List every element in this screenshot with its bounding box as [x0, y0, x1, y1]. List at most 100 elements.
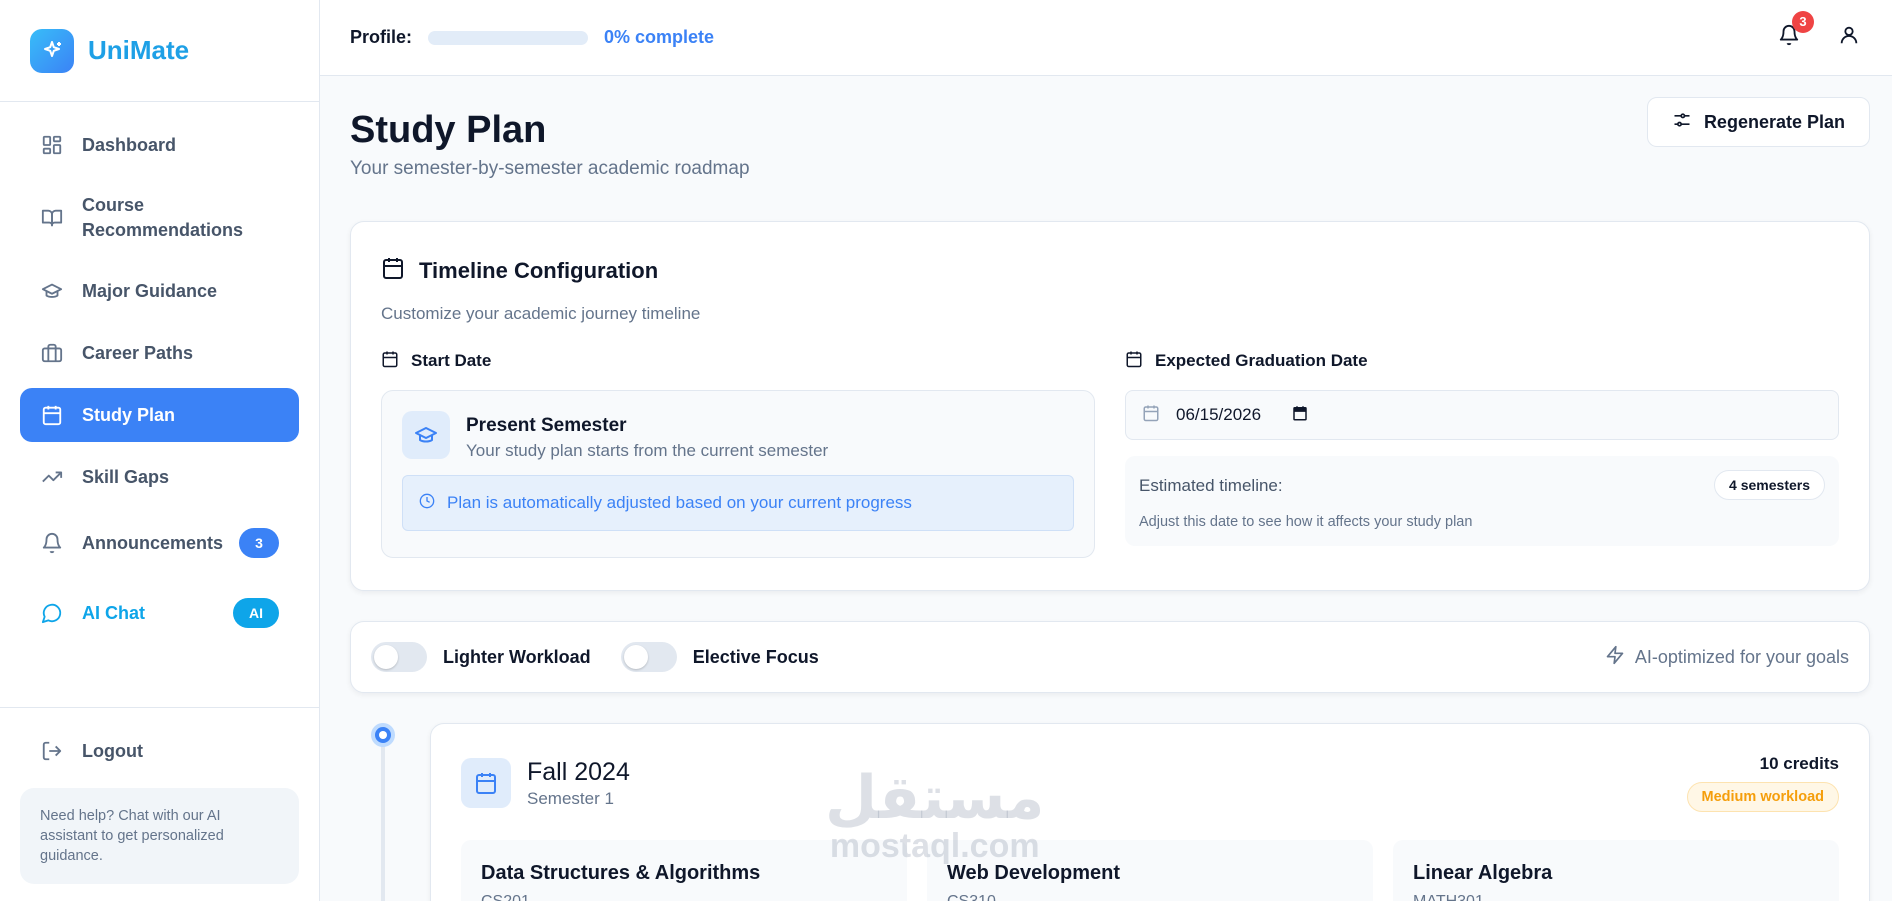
toggle-knob [623, 645, 648, 669]
auto-adjust-note: Plan is automatically adjusted based on … [402, 475, 1074, 531]
page-subtitle: Your semester-by-semester academic roadm… [350, 158, 750, 179]
sidebar-item-label: AI Chat [82, 602, 145, 623]
timeline-title-text: Timeline Configuration [419, 258, 659, 283]
course-name: Web Development [947, 862, 1120, 884]
graduation-cap-icon [40, 279, 64, 303]
profile-progress-text[interactable]: 0% complete [604, 27, 714, 48]
sidebar-item-label: Course Recommendations [82, 195, 244, 240]
sidebar-item-study-plan[interactable]: Study Plan [20, 388, 299, 442]
course-code: MATH301 [1413, 893, 1819, 901]
start-date-label-text: Start Date [411, 351, 492, 370]
topbar-actions: 3 [1776, 10, 1862, 51]
brand[interactable]: UniMate [0, 0, 319, 102]
plan-options-bar: Lighter Workload Elective Focus AI-optim… [350, 621, 1870, 693]
regenerate-plan-button[interactable]: Regenerate Plan [1646, 97, 1870, 147]
elective-focus-toggle[interactable] [620, 642, 677, 672]
sidebar-item-label: Announcements [82, 532, 224, 553]
profile-label: Profile: [350, 27, 413, 47]
dashboard-icon [40, 133, 64, 157]
timeline-configuration-card: Timeline Configuration Customize your ac… [350, 221, 1870, 591]
graduation-date-label-text: Expected Graduation Date [1155, 351, 1368, 370]
logout-label: Logout [82, 740, 143, 761]
start-date-column: Start Date Present Semester Your study p… [381, 348, 1095, 558]
ai-badge: AI [233, 598, 279, 628]
semester-card[interactable]: Fall 2024 Semester 1 10 credits Medium w… [430, 723, 1870, 901]
ai-optimized-note: AI-optimized for your goals [1605, 645, 1849, 670]
sidebar-item-skill-gaps[interactable]: Skill Gaps [20, 450, 299, 504]
trending-up-icon [40, 465, 64, 489]
user-profile-button[interactable] [1836, 25, 1862, 51]
page-content: Study Plan Your semester-by-semester aca… [320, 76, 1892, 901]
sidebar-item-label: Major Guidance [82, 280, 218, 301]
course-list: Data Structures & Algorithms CS201 Web D… [461, 840, 1839, 901]
date-picker-icon[interactable] [1291, 404, 1309, 427]
notification-count-badge: 3 [1792, 10, 1814, 33]
lighter-workload-label: Lighter Workload [443, 646, 591, 667]
main-area: Profile: 0% complete 3 Study Plan Your s… [320, 0, 1892, 901]
course-card[interactable]: Linear Algebra MATH301 [1393, 840, 1839, 901]
timeline-subtitle: Customize your academic journey timeline [381, 304, 701, 323]
course-card[interactable]: Web Development CS310 [927, 840, 1373, 901]
clock-icon [419, 493, 435, 514]
calendar-icon [461, 758, 511, 808]
timeline-line [381, 733, 385, 901]
book-open-icon [40, 206, 64, 230]
sidebar-item-announcements[interactable]: Announcements 3 [20, 512, 299, 574]
course-card[interactable]: Data Structures & Algorithms CS201 [461, 840, 907, 901]
calendar-icon [40, 403, 64, 427]
estimated-timeline-note: Adjust this date to see how it affects y… [1139, 514, 1473, 530]
course-code: CS201 [481, 893, 887, 901]
calendar-days-icon [1125, 350, 1143, 373]
course-code: CS310 [947, 893, 1353, 901]
semester-number: Semester 1 [527, 788, 614, 808]
calendar-icon [381, 256, 405, 286]
sparkles-icon [30, 28, 74, 73]
lighter-workload-toggle[interactable] [371, 642, 427, 672]
toggle-knob [374, 645, 398, 669]
auto-adjust-note-text: Plan is automatically adjusted based on … [447, 493, 912, 512]
estimated-timeline-box: Estimated timeline: Adjust this date to … [1125, 456, 1839, 546]
sidebar-item-dashboard[interactable]: Dashboard [20, 118, 299, 172]
page-header: Study Plan Your semester-by-semester aca… [350, 97, 1870, 212]
help-box: Need help? Chat with our AI assistant to… [20, 788, 299, 884]
logout-icon [40, 739, 64, 763]
profile-progress-bar [428, 30, 589, 45]
timeline-title: Timeline Configuration [381, 256, 1839, 286]
course-name: Linear Algebra [1413, 862, 1553, 884]
calendar-days-icon [1142, 404, 1160, 427]
present-semester-title: Present Semester [466, 415, 627, 436]
sidebar-item-label: Skill Gaps [82, 466, 170, 487]
sidebar-item-major-guidance[interactable]: Major Guidance [20, 264, 299, 318]
user-icon [1838, 24, 1860, 51]
present-semester-description: Your study plan starts from the current … [466, 441, 829, 460]
ai-optimized-text: AI-optimized for your goals [1634, 646, 1849, 667]
semesters-count-pill: 4 semesters [1714, 470, 1825, 500]
notifications-button[interactable]: 3 [1776, 10, 1814, 51]
briefcase-icon [40, 341, 64, 365]
course-name: Data Structures & Algorithms [481, 862, 761, 884]
workload-badge: Medium workload [1686, 782, 1839, 812]
sidebar-item-label: Career Paths [82, 342, 194, 363]
sidebar-item-course-recommendations[interactable]: Course Recommendations [20, 180, 299, 256]
sliders-icon [1672, 110, 1692, 135]
message-circle-icon [40, 601, 64, 625]
timeline-dot [371, 723, 395, 747]
present-semester-box: Present Semester Your study plan starts … [381, 390, 1095, 558]
zap-icon [1605, 645, 1625, 670]
graduation-date-label: Expected Graduation Date [1125, 348, 1839, 374]
semester-credits: 10 credits [1759, 754, 1839, 773]
topbar: Profile: 0% complete 3 [320, 0, 1892, 76]
logout-button[interactable]: Logout [20, 724, 299, 778]
semester-timeline: Fall 2024 Semester 1 10 credits Medium w… [350, 723, 1870, 901]
graduation-date-column: Expected Graduation Date 06/15/2026 Esti… [1125, 348, 1839, 558]
sidebar-nav: Dashboard Course Recommendations Major G… [0, 102, 319, 660]
semester-title: Fall 2024 [527, 757, 630, 786]
sidebar: UniMate Dashboard Course Recommendations… [0, 0, 320, 901]
brand-name: UniMate [88, 35, 190, 65]
elective-focus-label: Elective Focus [692, 646, 819, 667]
sidebar-item-career-paths[interactable]: Career Paths [20, 326, 299, 380]
sidebar-item-ai-chat[interactable]: AI Chat AI [20, 582, 299, 644]
announcements-badge: 3 [239, 528, 279, 558]
graduation-date-input[interactable]: 06/15/2026 [1125, 390, 1839, 440]
sidebar-footer: Logout Need help? Chat with our AI assis… [0, 707, 319, 900]
